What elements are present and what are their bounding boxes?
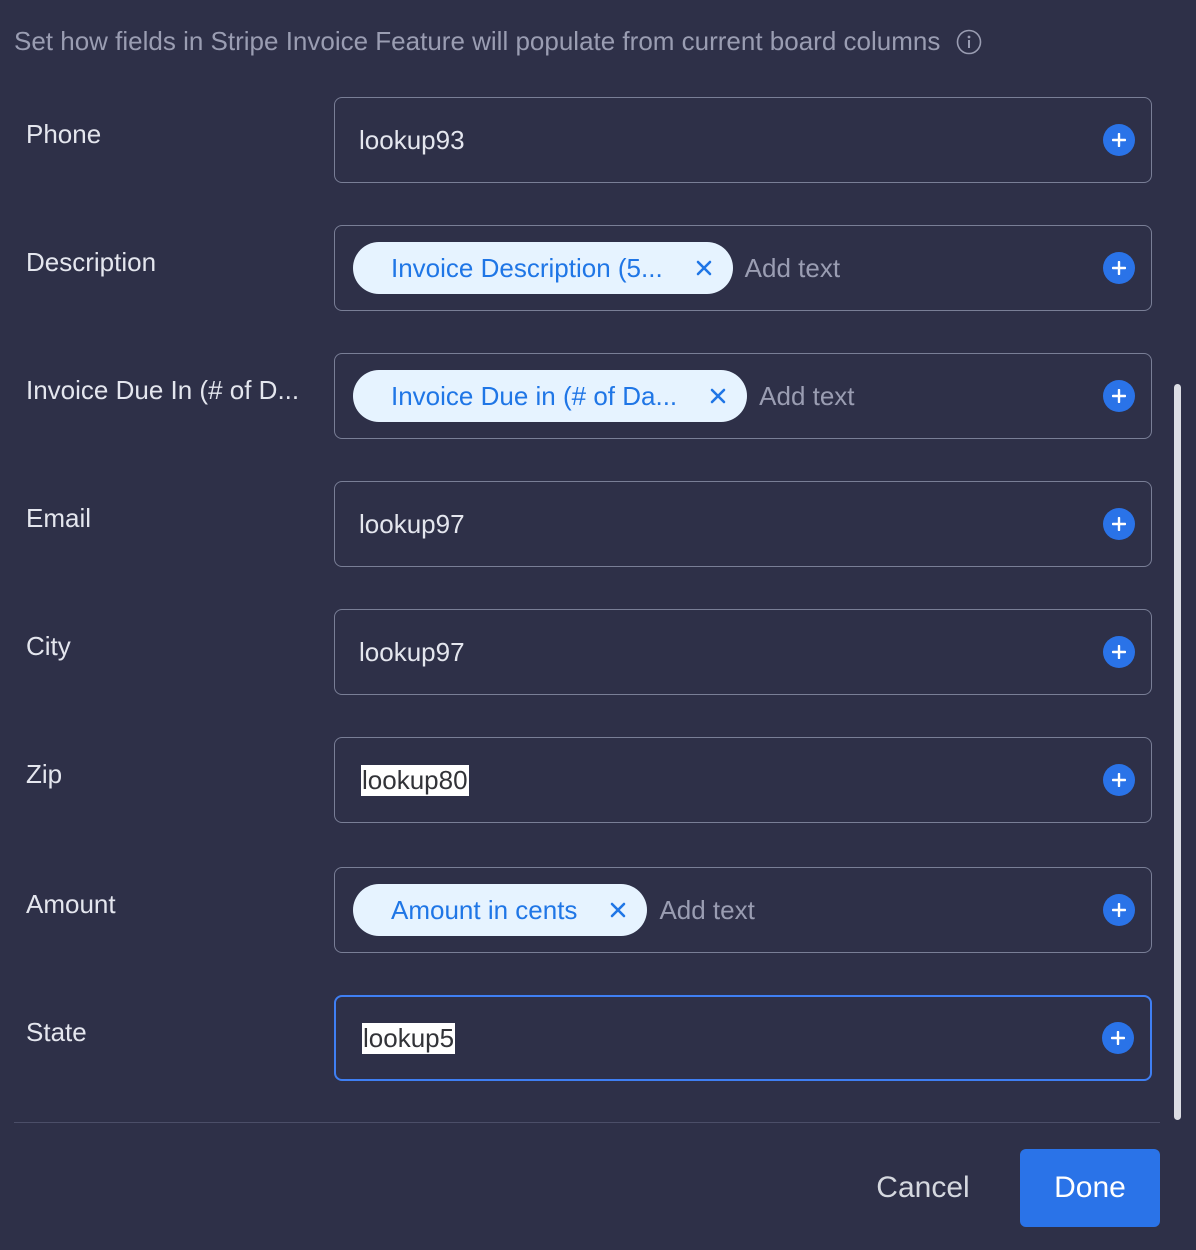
scrollbar[interactable] [1174, 384, 1181, 1120]
plus-icon [1112, 903, 1126, 917]
field-label-zip: Zip [26, 759, 63, 789]
add-column-button[interactable] [1103, 764, 1135, 796]
field-input-invoice-due-in[interactable]: Invoice Due in (# of Da... Add text [334, 353, 1152, 439]
field-input-zip[interactable]: lookup80 [334, 737, 1152, 823]
plus-icon [1112, 517, 1126, 531]
add-column-button[interactable] [1103, 508, 1135, 540]
field-row-state: State lookup5 [0, 995, 1160, 1083]
field-row-city: City lookup97 [0, 609, 1160, 697]
field-input-state[interactable]: lookup5 [334, 995, 1152, 1081]
field-input-amount[interactable]: Amount in cents Add text [334, 867, 1152, 953]
close-icon[interactable] [707, 385, 729, 407]
field-row-phone: Phone lookup93 [0, 97, 1160, 185]
add-column-button[interactable] [1103, 124, 1135, 156]
field-value: lookup5 [362, 1022, 456, 1054]
chip-label: Invoice Due in (# of Da... [391, 380, 678, 411]
field-value: lookup80 [361, 764, 469, 796]
chip-label: Invoice Description (5... [391, 252, 663, 283]
field-label-description: Description [26, 247, 157, 277]
field-row-amount: Amount Amount in cents Add text [0, 867, 1160, 955]
field-row-email: Email lookup97 [0, 481, 1160, 569]
chip-label: Amount in cents [391, 894, 578, 925]
field-label-email: Email [26, 503, 92, 533]
field-value: lookup97 [359, 636, 465, 667]
field-value: lookup93 [359, 124, 465, 155]
field-input-email[interactable]: lookup97 [334, 481, 1152, 567]
plus-icon [1112, 133, 1126, 147]
field-label-city: City [26, 631, 71, 661]
add-column-button[interactable] [1103, 636, 1135, 668]
column-chip[interactable]: Invoice Due in (# of Da... [353, 370, 748, 422]
add-text-placeholder[interactable]: Add text [659, 895, 754, 926]
field-label-state: State [26, 1017, 87, 1047]
subtitle-text: Set how fields in Stripe Invoice Feature… [14, 26, 941, 56]
plus-icon [1112, 261, 1126, 275]
add-column-button[interactable] [1103, 894, 1135, 926]
info-circle-icon[interactable] [956, 29, 982, 55]
done-button[interactable]: Done [1020, 1149, 1160, 1227]
field-input-description[interactable]: Invoice Description (5... Add text [334, 225, 1152, 311]
field-input-city[interactable]: lookup97 [334, 609, 1152, 695]
add-text-placeholder[interactable]: Add text [745, 253, 840, 284]
dialog-subtitle: Set how fields in Stripe Invoice Feature… [14, 26, 982, 57]
field-label-invoice-due-in: Invoice Due In (# of D... [26, 375, 300, 405]
field-row-zip: Zip lookup80 [0, 737, 1160, 825]
add-column-button[interactable] [1103, 380, 1135, 412]
add-column-button[interactable] [1102, 1022, 1134, 1054]
plus-icon [1112, 389, 1126, 403]
add-text-placeholder[interactable]: Add text [759, 381, 854, 412]
column-mapping-dialog: Set how fields in Stripe Invoice Feature… [0, 0, 1196, 1250]
close-icon[interactable] [693, 257, 715, 279]
field-input-phone[interactable]: lookup93 [334, 97, 1152, 183]
column-chip[interactable]: Invoice Description (5... [353, 242, 733, 294]
footer-divider [14, 1122, 1160, 1123]
cancel-button[interactable]: Cancel [852, 1150, 994, 1226]
field-label-phone: Phone [26, 119, 102, 149]
field-label-amount: Amount [26, 889, 116, 919]
column-chip[interactable]: Amount in cents [353, 884, 648, 936]
plus-icon [1112, 645, 1126, 659]
field-value: lookup97 [359, 508, 465, 539]
plus-icon [1111, 1031, 1125, 1045]
add-column-button[interactable] [1103, 252, 1135, 284]
field-row-invoice-due-in: Invoice Due In (# of D... Invoice Due in… [0, 353, 1160, 441]
close-icon[interactable] [607, 899, 629, 921]
plus-icon [1112, 773, 1126, 787]
field-row-description: Description Invoice Description (5... Ad… [0, 225, 1160, 313]
